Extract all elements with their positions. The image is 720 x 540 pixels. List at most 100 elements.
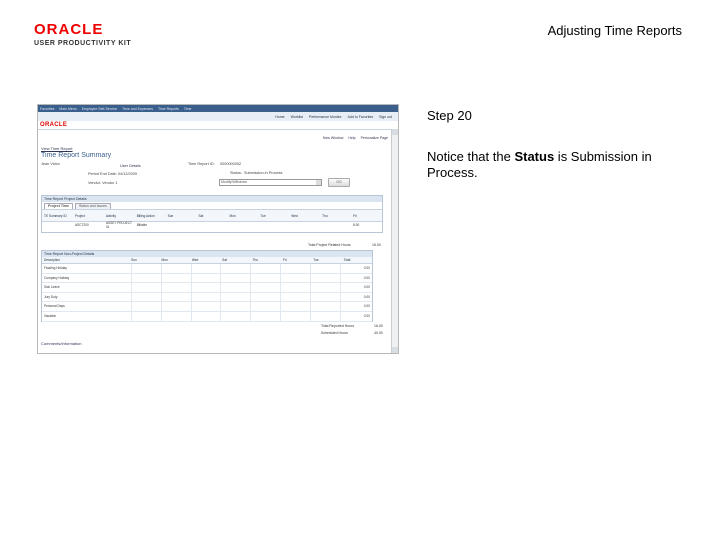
nav-item[interactable]: Main Menu	[59, 107, 76, 111]
column-header: Description	[44, 258, 60, 262]
grid-header-row: Description Sun Mon Wed Sat Thu Fri Tue …	[42, 257, 372, 264]
row-description: Floating Holiday	[42, 264, 132, 273]
row-total: 0.00	[363, 285, 370, 290]
grid-header-row: TE Summary ID Project Activity Billing A…	[42, 209, 382, 222]
status-label: Status:	[230, 171, 242, 175]
user-details-link[interactable]: User Details	[120, 164, 141, 168]
column-header: Mon	[161, 258, 168, 262]
row-description: Personal Days	[42, 302, 132, 311]
breadcrumb[interactable]: View Time Report	[41, 146, 73, 151]
nav-item[interactable]: Time	[184, 107, 192, 111]
row-total: 0.00	[363, 266, 370, 270]
column-header: Billing Action	[136, 213, 155, 218]
page-title: Time Report Summary	[41, 152, 112, 159]
period-end-date: Period End Date: 04/12/2009	[88, 172, 137, 176]
page-links: New Window Help Personalize Page	[323, 136, 388, 140]
column-header: Sun	[131, 258, 137, 262]
total-project-hours-label: Total Project Related Hours	[308, 243, 351, 247]
column-header: Sun	[167, 213, 174, 218]
column-header: Fri	[282, 258, 287, 262]
logo-product: USER PRODUCTIVITY KIT	[34, 40, 132, 47]
vertical-scrollbar[interactable]	[391, 129, 398, 353]
project-details-grid: Time Report Project Details Project Time…	[41, 195, 383, 233]
table-row[interactable]: Vacation 0.00	[42, 311, 372, 322]
note-bold: Status	[514, 149, 555, 164]
note-text-1: Notice that the	[427, 149, 515, 164]
column-header: Tue	[260, 213, 266, 218]
chevron-down-icon[interactable]	[316, 180, 321, 185]
column-header: Tue	[313, 258, 319, 262]
row-description: Vacation	[42, 311, 132, 321]
column-header: Thu	[322, 213, 328, 218]
table-cell: ASSET PROJECT 01	[105, 221, 132, 229]
total-project-hours-value: 16.00	[372, 243, 381, 247]
table-row[interactable]: Jury Duty 0.00	[42, 292, 372, 303]
row-total: 0.00	[363, 275, 370, 280]
top-link-home[interactable]: Home	[275, 115, 284, 119]
total-reported-value: 16.00	[374, 324, 383, 328]
column-header: TE Summary ID	[44, 213, 67, 218]
top-link-worklist[interactable]: Worklist	[291, 115, 303, 119]
nav-item[interactable]: Time Reports	[158, 107, 179, 111]
doc-title: Adjusting Time Reports	[547, 23, 682, 38]
nav-item[interactable]: Favorites	[40, 107, 54, 111]
table-row[interactable]: Sick Leave 0.00	[42, 283, 372, 293]
column-header: Thu	[252, 258, 259, 262]
status-value: Submission in Process	[244, 171, 283, 175]
row-total: 0.00	[363, 313, 370, 318]
report-id-value: 0000000052	[220, 162, 242, 166]
app-screenshot: Favorites Main Menu Employee Self-Servic…	[37, 104, 399, 354]
top-link-performance[interactable]: Performance Monitor	[309, 115, 342, 119]
oracle-upk-logo: ORACLE USER PRODUCTIVITY KIT	[34, 22, 131, 47]
row-description: Jury Duty	[42, 292, 132, 302]
row-description: Sick Leave	[42, 283, 132, 292]
action-select-value: Modify/Withdraw	[221, 180, 247, 184]
comments-link[interactable]: Comments/Information	[41, 341, 81, 346]
row-total: 0.00	[363, 304, 370, 309]
scroll-down-icon[interactable]	[392, 347, 398, 353]
logo-brand: ORACLE	[34, 21, 104, 38]
non-project-details-grid: Time Report Non-Project Details Descript…	[41, 250, 373, 322]
table-row[interactable]: ASCT200 ASSET PROJECT 01 Billable 8.00	[42, 221, 382, 229]
column-header: Fri	[353, 213, 357, 218]
table-cell: 8.00	[353, 223, 360, 227]
help-link[interactable]: Help	[348, 136, 355, 140]
report-id-label: Time Report ID:	[188, 162, 215, 166]
row-total: 0.00	[363, 294, 370, 299]
nav-item[interactable]: Employee Self-Service	[82, 107, 117, 111]
table-row[interactable]: Company Holiday 0.00	[42, 273, 372, 284]
column-header: Total	[343, 258, 351, 262]
app-brand-logo: ORACLE	[40, 122, 68, 128]
step-note: Notice that the Status is Submission in …	[427, 149, 687, 181]
scheduled-hours-value: 40.00	[374, 331, 383, 335]
top-links: Home Worklist Performance Monitor Add to…	[38, 112, 398, 121]
nav-item[interactable]: Time and Expenses	[122, 107, 153, 111]
scheduled-hours-label: Scheduled Hours	[321, 331, 348, 335]
scroll-up-icon[interactable]	[392, 129, 398, 135]
top-link-favorites[interactable]: Add to Favorites	[348, 115, 373, 119]
column-header: Mon	[229, 213, 236, 218]
total-reported-label: Total Reported Hours	[321, 324, 355, 328]
new-window-link[interactable]: New Window	[323, 136, 343, 140]
nav-bar: Favorites Main Menu Employee Self-Servic…	[38, 105, 398, 112]
column-header: Sat	[198, 213, 204, 218]
row-description: Company Holiday	[42, 273, 132, 283]
user-name: Jean Victor	[41, 162, 60, 166]
tab-project-time[interactable]: Project Time	[44, 203, 73, 209]
tab-status-issues[interactable]: Status and Issues	[74, 203, 111, 209]
vendor-label: Vendor: Vendor 1	[88, 181, 118, 185]
step-label: Step 20	[427, 108, 472, 123]
grid-title: Time Report Project Details	[42, 196, 382, 202]
top-link-signout[interactable]: Sign out	[379, 115, 392, 119]
table-row[interactable]: Floating Holiday 0.00	[42, 264, 372, 274]
app-brand: ORACLE	[38, 121, 398, 130]
personalize-link[interactable]: Personalize Page	[361, 136, 388, 140]
action-select[interactable]: Modify/Withdraw	[219, 179, 322, 186]
column-header: Activity	[105, 213, 116, 218]
table-cell: ASCT200	[74, 223, 89, 227]
go-button[interactable]: GO	[328, 178, 350, 187]
column-header: Sat	[222, 258, 227, 262]
column-header: Wed	[291, 213, 298, 218]
table-row[interactable]: Personal Days 0.00	[42, 302, 372, 312]
column-header: Project	[74, 213, 85, 218]
